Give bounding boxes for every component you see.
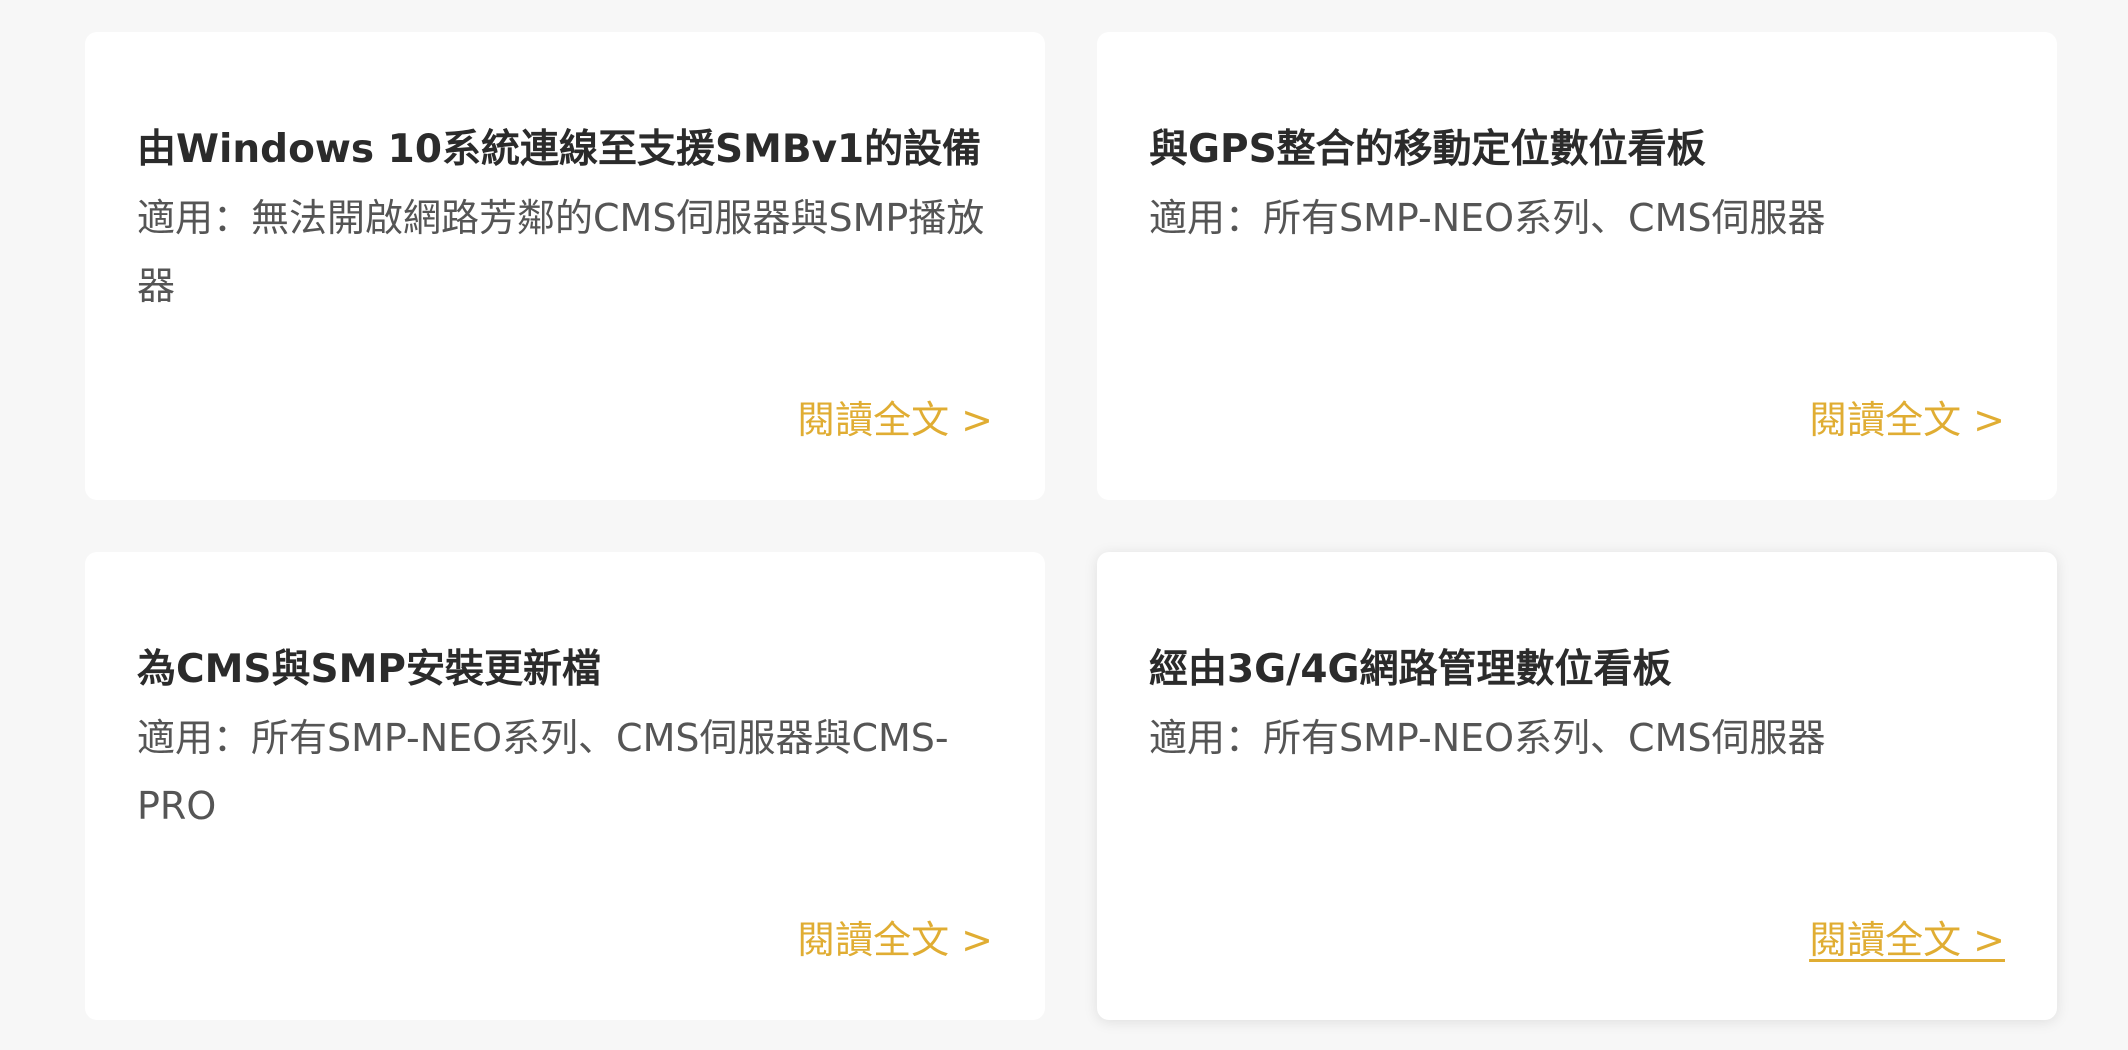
card-title: 由Windows 10系統連線至支援SMBv1的設備 xyxy=(137,127,982,172)
article-card-smbv1[interactable]: 由Windows 10系統連線至支援SMBv1的設備 適用：無法開啟網路芳鄰的C… xyxy=(85,32,1045,500)
card-title: 與GPS整合的移動定位數位看板 xyxy=(1149,127,1706,172)
read-more-link[interactable]: 閱讀全文 > xyxy=(797,916,993,964)
article-card-gps[interactable]: 與GPS整合的移動定位數位看板 適用：所有SMP-NEO系列、CMS伺服器 閱讀… xyxy=(1097,32,2057,500)
article-card-3g4g[interactable]: 經由3G/4G網路管理數位看板 適用：所有SMP-NEO系列、CMS伺服器 閱讀… xyxy=(1097,552,2057,1020)
card-description: 適用：所有SMP-NEO系列、CMS伺服器 xyxy=(1149,716,1826,760)
read-more-link[interactable]: 閱讀全文 > xyxy=(1809,396,2005,444)
card-description: 適用：所有SMP-NEO系列、CMS伺服器與CMS-PRO xyxy=(137,716,949,828)
read-more-link[interactable]: 閱讀全文 > xyxy=(1809,916,2005,964)
article-card-grid: 由Windows 10系統連線至支援SMBv1的設備 適用：無法開啟網路芳鄰的C… xyxy=(85,32,2057,1020)
card-title: 經由3G/4G網路管理數位看板 xyxy=(1149,647,1672,692)
card-description: 適用：所有SMP-NEO系列、CMS伺服器 xyxy=(1149,196,1826,240)
read-more-link[interactable]: 閱讀全文 > xyxy=(797,396,993,444)
article-card-update[interactable]: 為CMS與SMP安裝更新檔 適用：所有SMP-NEO系列、CMS伺服器與CMS-… xyxy=(85,552,1045,1020)
card-title: 為CMS與SMP安裝更新檔 xyxy=(137,647,602,692)
card-description: 適用：無法開啟網路芳鄰的CMS伺服器與SMP播放器 xyxy=(137,196,985,308)
